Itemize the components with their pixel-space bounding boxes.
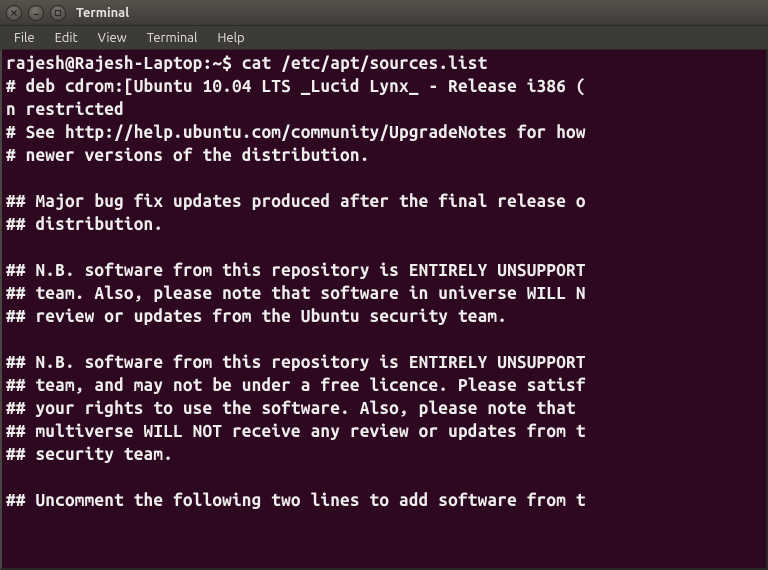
output-line: ## review or updates from the Ubuntu sec…: [6, 307, 507, 326]
menu-help[interactable]: Help: [207, 28, 254, 48]
output-line: ## security team.: [6, 445, 173, 464]
maximize-icon: [54, 9, 62, 17]
maximize-button[interactable]: [50, 5, 66, 21]
output-line: ## distribution.: [6, 215, 163, 234]
output-line: n restricted: [6, 100, 124, 119]
minimize-icon: [32, 9, 40, 17]
output-line: ## team, and may not be under a free lic…: [6, 376, 586, 395]
output-line: ## Uncomment the following two lines to …: [6, 491, 586, 510]
output-line: ## team. Also, please note that software…: [6, 284, 586, 303]
menu-edit[interactable]: Edit: [45, 28, 88, 48]
window-title: Terminal: [76, 6, 129, 20]
menu-terminal[interactable]: Terminal: [137, 28, 208, 48]
window-controls: [6, 5, 66, 21]
output-line: ## Major bug fix updates produced after …: [6, 192, 586, 211]
prompt: rajesh@Rajesh-Laptop:~$: [6, 54, 242, 73]
menu-view[interactable]: View: [88, 28, 137, 48]
output-line: ## N.B. software from this repository is…: [6, 261, 586, 280]
close-icon: [10, 9, 18, 17]
close-button[interactable]: [6, 5, 22, 21]
output-line: ## your rights to use the software. Also…: [6, 399, 586, 418]
command-text: cat /etc/apt/sources.list: [242, 54, 488, 73]
output-line: ## N.B. software from this repository is…: [6, 353, 586, 372]
minimize-button[interactable]: [28, 5, 44, 21]
menubar: File Edit View Terminal Help: [0, 26, 768, 50]
terminal-area[interactable]: rajesh@Rajesh-Laptop:~$ cat /etc/apt/sou…: [0, 50, 768, 570]
output-line: # newer versions of the distribution.: [6, 146, 370, 165]
terminal-content: rajesh@Rajesh-Laptop:~$ cat /etc/apt/sou…: [6, 52, 762, 512]
output-line: ## multiverse WILL NOT receive any revie…: [6, 422, 586, 441]
titlebar: Terminal: [0, 0, 768, 26]
menu-file[interactable]: File: [4, 28, 45, 48]
output-line: # See http://help.ubuntu.com/community/U…: [6, 123, 586, 142]
output-line: # deb cdrom:[Ubuntu 10.04 LTS _Lucid Lyn…: [6, 77, 586, 96]
